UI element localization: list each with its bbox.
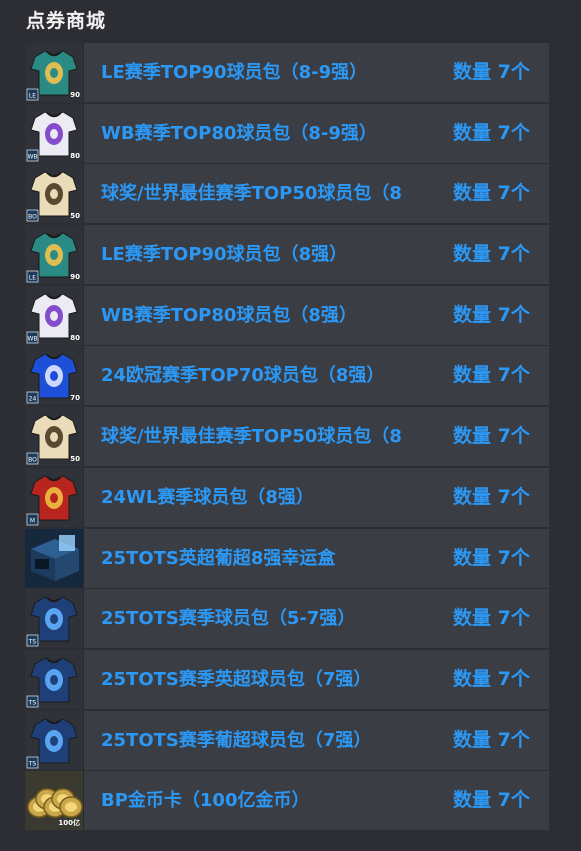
item-quantity: 数量 7个	[453, 61, 530, 83]
jersey-wl-icon: M	[25, 467, 84, 527]
svg-text:M: M	[30, 517, 35, 524]
shop-item-row[interactable]: LE 90 LE赛季TOP90球员包（8-9强） 数量 7个	[25, 43, 549, 102]
item-quantity: 数量 7个	[453, 546, 530, 569]
page-title: 点券商城	[26, 10, 107, 32]
svg-text:WB: WB	[27, 335, 37, 342]
svg-text:70: 70	[70, 394, 80, 402]
shop-item-row[interactable]: TS 25TOTS赛季英超球员包（7强） 数量 7个	[25, 649, 549, 709]
jersey-tots-icon: TS	[25, 649, 84, 709]
jersey-award-icon: BO 50	[25, 164, 84, 224]
jersey-ucl-icon: 24 70	[25, 346, 84, 406]
svg-text:100亿: 100亿	[58, 818, 80, 827]
shop-item-row[interactable]: WB 80 WB赛季TOP80球员包（8强） 数量 7个	[25, 285, 549, 345]
item-quantity: 数量 7个	[453, 182, 530, 205]
lucky-box-icon	[25, 528, 84, 588]
item-name: 25TOTS赛季球员包（5-7强）	[101, 608, 356, 630]
item-quantity: 数量 7个	[453, 425, 530, 448]
jersey-wb-icon: WB 80	[25, 285, 84, 345]
item-quantity: 数量 7个	[453, 667, 530, 690]
jersey-wb-icon: WB 80	[25, 103, 84, 163]
item-quantity: 数量 7个	[453, 121, 530, 144]
item-quantity: 数量 7个	[453, 243, 530, 266]
svg-text:90: 90	[70, 273, 80, 281]
shop-item-row[interactable]: LE 90 LE赛季TOP90球员包（8强） 数量 7个	[25, 225, 549, 285]
svg-text:50: 50	[70, 455, 80, 463]
svg-text:TS: TS	[28, 699, 37, 706]
svg-text:BO: BO	[28, 457, 37, 464]
item-name: LE赛季TOP90球员包（8-9强）	[101, 62, 368, 83]
shop-item-row[interactable]: TS 25TOTS赛季葡超球员包（7强） 数量 7个	[25, 710, 549, 770]
item-name: BP金币卡（100亿金币）	[101, 790, 310, 812]
svg-text:TS: TS	[28, 639, 37, 646]
item-name: 24欧冠赛季TOP70球员包（8强）	[101, 365, 385, 387]
item-name: 24WL赛季球员包（8强）	[101, 486, 314, 508]
shop-item-row[interactable]: 24 70 24欧冠赛季TOP70球员包（8强） 数量 7个	[25, 346, 549, 406]
shop-item-row[interactable]: 100亿 BP金币卡（100亿金币） 数量 7个	[25, 771, 549, 831]
shop-item-list: LE 90 LE赛季TOP90球员包（8-9强） 数量 7个 WB 80 WB赛季TOP80…	[25, 43, 549, 832]
svg-text:LE: LE	[29, 275, 36, 282]
item-name: WB赛季TOP80球员包（8-9强）	[101, 122, 377, 144]
item-quantity: 数量 7个	[453, 303, 530, 326]
svg-text:50: 50	[70, 212, 80, 220]
svg-text:80: 80	[70, 152, 80, 160]
svg-text:90: 90	[70, 91, 80, 99]
item-quantity: 数量 7个	[453, 485, 530, 508]
shop-item-row[interactable]: WB 80 WB赛季TOP80球员包（8-9强） 数量 7个	[25, 103, 549, 163]
item-name: 球奖/世界最佳赛季TOP50球员包（8	[101, 183, 402, 205]
shop-item-row[interactable]: M 24WL赛季球员包（8强） 数量 7个	[25, 467, 549, 527]
item-quantity: 数量 7个	[453, 607, 530, 630]
svg-text:BO: BO	[28, 214, 37, 221]
shop-item-row[interactable]: TS 25TOTS赛季球员包（5-7强） 数量 7个	[25, 589, 549, 649]
jersey-tots-icon: TS	[25, 589, 84, 649]
item-name: 25TOTS英超葡超8强幸运盒	[101, 547, 336, 569]
item-quantity: 数量 7个	[453, 364, 530, 387]
jersey-le-icon: LE 90	[25, 225, 84, 285]
shop-item-row[interactable]: 25TOTS英超葡超8强幸运盒 数量 7个	[25, 528, 549, 588]
jersey-le-icon: LE 90	[25, 43, 84, 102]
item-name: WB赛季TOP80球员包（8强）	[101, 304, 357, 326]
jersey-tots-icon: TS	[25, 710, 84, 770]
item-quantity: 数量 7个	[453, 789, 530, 812]
item-name: 25TOTS赛季英超球员包（7强）	[101, 668, 372, 690]
gold-coins-icon: 100亿	[25, 771, 84, 831]
item-quantity: 数量 7个	[453, 728, 530, 751]
shop-item-row[interactable]: BO 50 球奖/世界最佳赛季TOP50球员包（8 数量 7个	[25, 164, 549, 224]
svg-text:WB: WB	[27, 153, 37, 160]
item-name: 球奖/世界最佳赛季TOP50球员包（8	[101, 426, 402, 448]
svg-text:80: 80	[70, 334, 80, 342]
svg-text:24: 24	[29, 396, 37, 403]
jersey-award-icon: BO 50	[25, 407, 84, 467]
svg-text:LE: LE	[29, 93, 36, 100]
svg-text:TS: TS	[28, 760, 37, 767]
shop-item-row[interactable]: BO 50 球奖/世界最佳赛季TOP50球员包（8 数量 7个	[25, 407, 549, 467]
item-name: 25TOTS赛季葡超球员包（7强）	[101, 729, 372, 751]
item-name: LE赛季TOP90球员包（8强）	[101, 244, 348, 266]
